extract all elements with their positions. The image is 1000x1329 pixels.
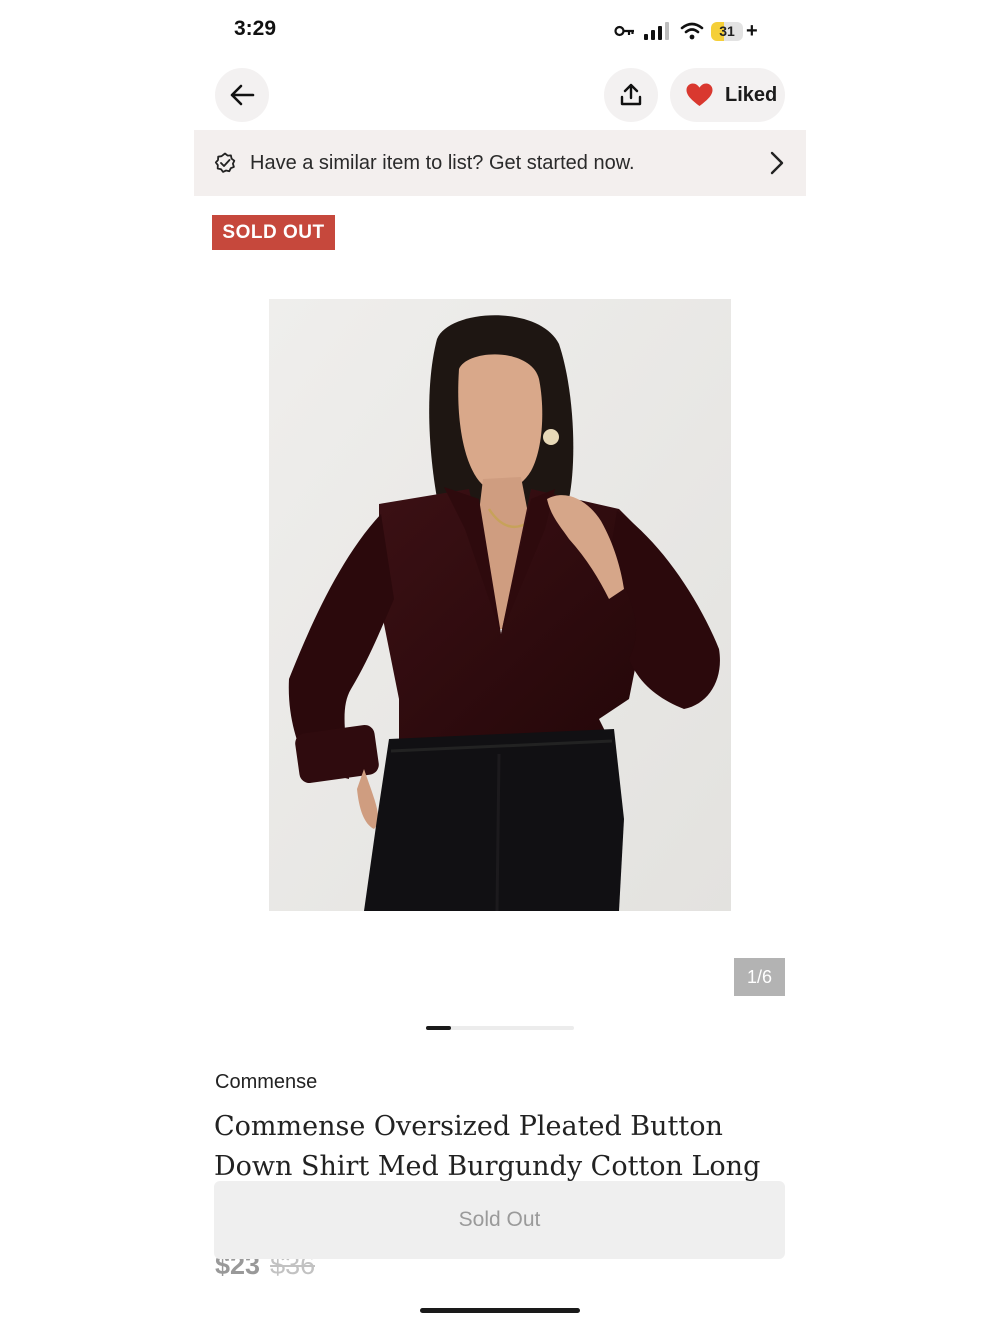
signal-icon bbox=[644, 22, 669, 40]
heart-icon bbox=[686, 83, 713, 106]
arrow-left-icon bbox=[230, 84, 255, 106]
verified-badge-icon bbox=[214, 152, 236, 173]
image-counter: 1/6 bbox=[734, 958, 785, 996]
share-button[interactable] bbox=[604, 68, 658, 122]
product-image[interactable] bbox=[269, 299, 731, 911]
status-bar: 3:29 31 + bbox=[0, 0, 1000, 60]
sold-out-badge: SOLD OUT bbox=[212, 215, 335, 250]
carousel-page-indicator bbox=[426, 1026, 574, 1030]
battery-charging-mark: + bbox=[746, 19, 758, 42]
list-similar-item-banner[interactable]: Have a similar item to list? Get started… bbox=[194, 130, 806, 196]
liked-button[interactable]: Liked bbox=[670, 68, 785, 122]
battery-indicator: 31 + bbox=[711, 19, 758, 42]
heart-shape bbox=[686, 83, 713, 106]
banner-text: Have a similar item to list? Get started… bbox=[250, 151, 635, 174]
chevron-right-icon bbox=[770, 151, 784, 175]
product-title: Commense Oversized Pleated Button Down S… bbox=[214, 1111, 761, 1182]
sold-out-button[interactable]: Sold Out bbox=[214, 1181, 785, 1259]
key-icon bbox=[614, 25, 634, 37]
liked-label: Liked bbox=[725, 83, 778, 106]
battery-level: 31 bbox=[711, 21, 743, 41]
product-photo-illustration bbox=[269, 299, 731, 911]
status-icons: 31 + bbox=[614, 19, 758, 43]
share-icon bbox=[620, 83, 642, 106]
carousel-page-indicator-active bbox=[426, 1026, 451, 1030]
wifi-icon bbox=[680, 22, 704, 40]
home-indicator[interactable] bbox=[420, 1308, 580, 1313]
brand-name[interactable]: Commense bbox=[215, 1071, 317, 1094]
status-time: 3:29 bbox=[234, 17, 277, 40]
back-button[interactable] bbox=[215, 68, 269, 122]
